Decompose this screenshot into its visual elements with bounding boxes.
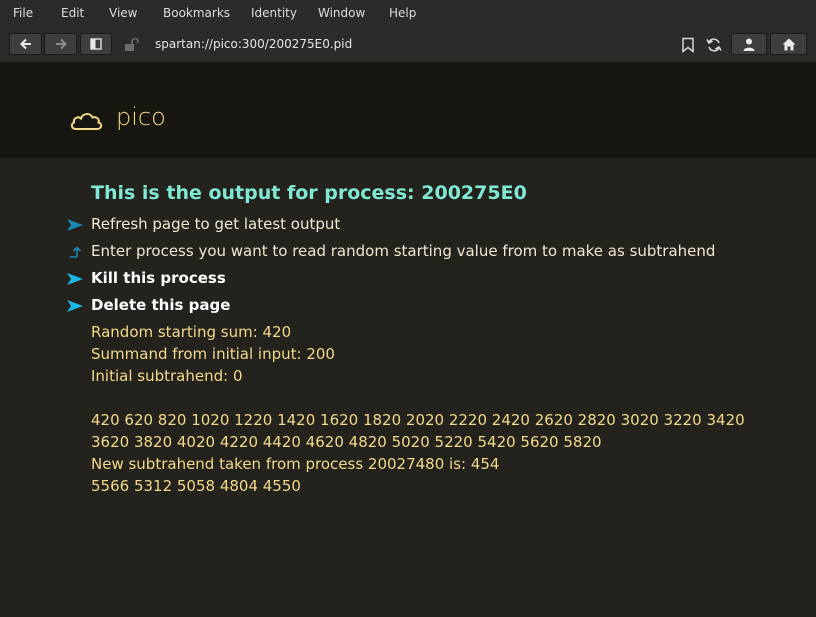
- arrow-link-icon: [67, 300, 83, 312]
- sidebar-icon: [90, 38, 102, 50]
- output-line: Random starting sum: 420: [91, 323, 292, 341]
- kill-process-link[interactable]: Kill this process: [91, 269, 226, 287]
- arrow-link-icon: [67, 273, 83, 285]
- bookmark-icon[interactable]: [681, 37, 695, 53]
- menu-view[interactable]: View: [109, 6, 137, 20]
- enter-process-input-link[interactable]: Enter process you want to read random st…: [91, 242, 715, 260]
- menu-identity[interactable]: Identity: [251, 6, 297, 20]
- page-title: This is the output for process: 200275E0: [91, 182, 527, 204]
- output-line: New subtrahend taken from process 200274…: [91, 455, 500, 473]
- menu-edit[interactable]: Edit: [61, 6, 84, 20]
- forward-button[interactable]: [44, 33, 77, 55]
- arrow-link-icon: [67, 219, 83, 231]
- back-button[interactable]: [9, 33, 42, 55]
- arrow-right-icon: [55, 38, 67, 50]
- menu-file[interactable]: File: [13, 6, 33, 20]
- identity-button[interactable]: [731, 33, 767, 55]
- output-line: 3620 3820 4020 4220 4420 4620 4820 5020 …: [91, 433, 602, 451]
- output-line: 5566 5312 5058 4804 4550: [91, 477, 301, 495]
- navigation-toolbar: spartan://pico:300/200275E0.pid: [0, 26, 816, 63]
- return-input-icon: [70, 246, 81, 258]
- address-bar[interactable]: spartan://pico:300/200275E0.pid: [155, 37, 352, 51]
- home-icon: [782, 38, 795, 50]
- home-button[interactable]: [770, 33, 807, 55]
- unlocked-padlock-icon[interactable]: [124, 38, 140, 52]
- menu-bookmarks[interactable]: Bookmarks: [163, 6, 230, 20]
- reload-icon[interactable]: [706, 37, 722, 53]
- delete-page-link[interactable]: Delete this page: [91, 296, 230, 314]
- menu-bar: File Edit View Bookmarks Identity Window…: [0, 0, 816, 26]
- site-title: pico: [116, 103, 166, 131]
- refresh-link[interactable]: Refresh page to get latest output: [91, 215, 340, 233]
- menu-window[interactable]: Window: [318, 6, 365, 20]
- site-header: pico: [0, 62, 816, 158]
- sidebar-toggle-button[interactable]: [80, 33, 112, 55]
- cloud-icon: [70, 113, 103, 130]
- output-line: 420 620 820 1020 1220 1420 1620 1820 202…: [91, 411, 745, 429]
- output-line: Summand from initial input: 200: [91, 345, 335, 363]
- arrow-left-icon: [19, 38, 31, 50]
- output-line: Initial subtrahend: 0: [91, 367, 243, 385]
- menu-help[interactable]: Help: [389, 6, 416, 20]
- user-icon: [743, 38, 755, 51]
